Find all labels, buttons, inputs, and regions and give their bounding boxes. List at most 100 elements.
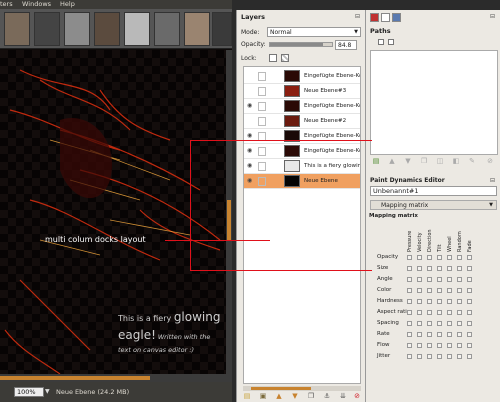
matrix-checkbox[interactable] — [447, 288, 452, 293]
canvas-horizontal-scrollbar[interactable] — [0, 374, 232, 382]
matrix-checkbox[interactable] — [457, 310, 462, 315]
layer-row[interactable]: Eingefügte Ebene-Kop — [244, 69, 360, 84]
matrix-checkbox[interactable] — [457, 255, 462, 260]
matrix-checkbox[interactable] — [427, 299, 432, 304]
image-thumbnail[interactable] — [212, 12, 232, 46]
lock-position-icon[interactable] — [388, 39, 394, 45]
matrix-checkbox[interactable] — [407, 255, 412, 260]
visibility-eye-icon[interactable]: ◉ — [247, 163, 255, 169]
visibility-eye-icon[interactable] — [247, 118, 255, 124]
visibility-eye-icon[interactable]: ◉ — [247, 133, 255, 139]
matrix-checkbox[interactable] — [437, 332, 442, 337]
lower-layer-icon[interactable]: ▼ — [291, 392, 299, 400]
matrix-checkbox[interactable] — [437, 354, 442, 359]
matrix-checkbox[interactable] — [427, 310, 432, 315]
visibility-eye-icon[interactable] — [247, 73, 255, 79]
layer-row[interactable]: Neue Ebene#3 — [244, 84, 360, 99]
image-thumbnail[interactable] — [34, 12, 60, 46]
canvas-vertical-scrollbar[interactable] — [226, 50, 232, 374]
matrix-checkbox[interactable] — [457, 332, 462, 337]
matrix-checkbox[interactable] — [427, 277, 432, 282]
matrix-checkbox[interactable] — [427, 343, 432, 348]
matrix-checkbox[interactable] — [457, 299, 462, 304]
chain-link-icon[interactable] — [258, 72, 266, 81]
matrix-checkbox[interactable] — [467, 299, 472, 304]
dock-menu-icon[interactable]: ⊟ — [355, 13, 360, 20]
chain-link-icon[interactable] — [258, 162, 266, 171]
layer-row[interactable]: ◉ Eingefügte Ebene-Kop — [244, 99, 360, 114]
matrix-checkbox[interactable] — [447, 321, 452, 326]
chain-link-icon[interactable] — [258, 87, 266, 96]
matrix-checkbox[interactable] — [447, 277, 452, 282]
matrix-checkbox[interactable] — [407, 354, 412, 359]
matrix-checkbox[interactable] — [417, 255, 422, 260]
layer-row[interactable]: ◉ This is a fiery glowin — [244, 159, 360, 174]
matrix-checkbox[interactable] — [417, 266, 422, 271]
paths-list[interactable] — [370, 50, 498, 155]
scrollbar-thumb[interactable] — [227, 200, 231, 240]
anchor-layer-icon[interactable]: ⚓ — [323, 392, 331, 400]
visibility-eye-icon[interactable] — [247, 88, 255, 94]
matrix-checkbox[interactable] — [467, 332, 472, 337]
matrix-checkbox[interactable] — [407, 310, 412, 315]
visibility-eye-icon[interactable]: ◉ — [247, 178, 255, 184]
chain-link-icon[interactable] — [258, 117, 266, 126]
duplicate-layer-icon[interactable]: ❐ — [307, 392, 315, 400]
layer-row[interactable]: Neue Ebene#2 — [244, 114, 360, 129]
image-thumbnail[interactable] — [184, 12, 210, 46]
matrix-checkbox[interactable] — [417, 277, 422, 282]
matrix-checkbox[interactable] — [447, 332, 452, 337]
matrix-checkbox[interactable] — [467, 310, 472, 315]
matrix-checkbox[interactable] — [457, 354, 462, 359]
new-layer-group-icon[interactable]: ▣ — [259, 392, 267, 400]
matrix-checkbox[interactable] — [437, 277, 442, 282]
delete-path-icon[interactable]: ⊘ — [486, 157, 494, 165]
matrix-checkbox[interactable] — [447, 354, 452, 359]
matrix-checkbox[interactable] — [447, 255, 452, 260]
menu-item-windows[interactable]: Windows — [22, 0, 51, 9]
matrix-checkbox[interactable] — [417, 332, 422, 337]
opacity-spinbox[interactable]: 84.8 — [335, 40, 357, 50]
matrix-checkbox[interactable] — [437, 343, 442, 348]
matrix-checkbox[interactable] — [407, 321, 412, 326]
layer-row[interactable]: ◉ Eingefügte Ebene-Kop — [244, 144, 360, 159]
dock-menu-icon[interactable]: ⊟ — [490, 13, 495, 20]
matrix-checkbox[interactable] — [467, 354, 472, 359]
matrix-checkbox[interactable] — [437, 299, 442, 304]
matrix-checkbox[interactable] — [407, 299, 412, 304]
paths-tab-icon[interactable] — [381, 13, 390, 22]
matrix-checkbox[interactable] — [407, 332, 412, 337]
image-thumbnail[interactable] — [64, 12, 90, 46]
visibility-eye-icon[interactable]: ◉ — [247, 148, 255, 154]
new-layer-icon[interactable]: ▤ — [243, 392, 251, 400]
image-canvas[interactable]: This is a fiery glowing eagle! Written w… — [0, 50, 226, 374]
matrix-checkbox[interactable] — [427, 354, 432, 359]
matrix-checkbox[interactable] — [467, 277, 472, 282]
dock-menu-icon[interactable]: ⊟ — [490, 177, 495, 184]
matrix-checkbox[interactable] — [407, 277, 412, 282]
matrix-checkbox[interactable] — [437, 266, 442, 271]
menu-item-filters[interactable]: ters — [0, 0, 13, 9]
zoom-field[interactable]: 100% — [14, 387, 44, 397]
visibility-eye-icon[interactable]: ◉ — [247, 103, 255, 109]
matrix-checkbox[interactable] — [457, 277, 462, 282]
matrix-checkbox[interactable] — [417, 321, 422, 326]
raise-path-icon[interactable]: ▲ — [388, 157, 396, 165]
matrix-checkbox[interactable] — [437, 255, 442, 260]
merge-layer-icon[interactable]: ⇊ — [339, 392, 347, 400]
matrix-checkbox[interactable] — [417, 354, 422, 359]
matrix-checkbox[interactable] — [467, 266, 472, 271]
matrix-checkbox[interactable] — [427, 266, 432, 271]
matrix-checkbox[interactable] — [437, 321, 442, 326]
matrix-checkbox[interactable] — [447, 343, 452, 348]
matrix-checkbox[interactable] — [427, 255, 432, 260]
matrix-checkbox[interactable] — [417, 343, 422, 348]
matrix-checkbox[interactable] — [467, 343, 472, 348]
matrix-checkbox[interactable] — [467, 288, 472, 293]
matrix-checkbox[interactable] — [447, 310, 452, 315]
layer-row[interactable]: ◉ Neue Ebene — [244, 174, 360, 189]
matrix-checkbox[interactable] — [407, 343, 412, 348]
matrix-checkbox[interactable] — [427, 321, 432, 326]
matrix-checkbox[interactable] — [437, 310, 442, 315]
matrix-checkbox[interactable] — [457, 288, 462, 293]
